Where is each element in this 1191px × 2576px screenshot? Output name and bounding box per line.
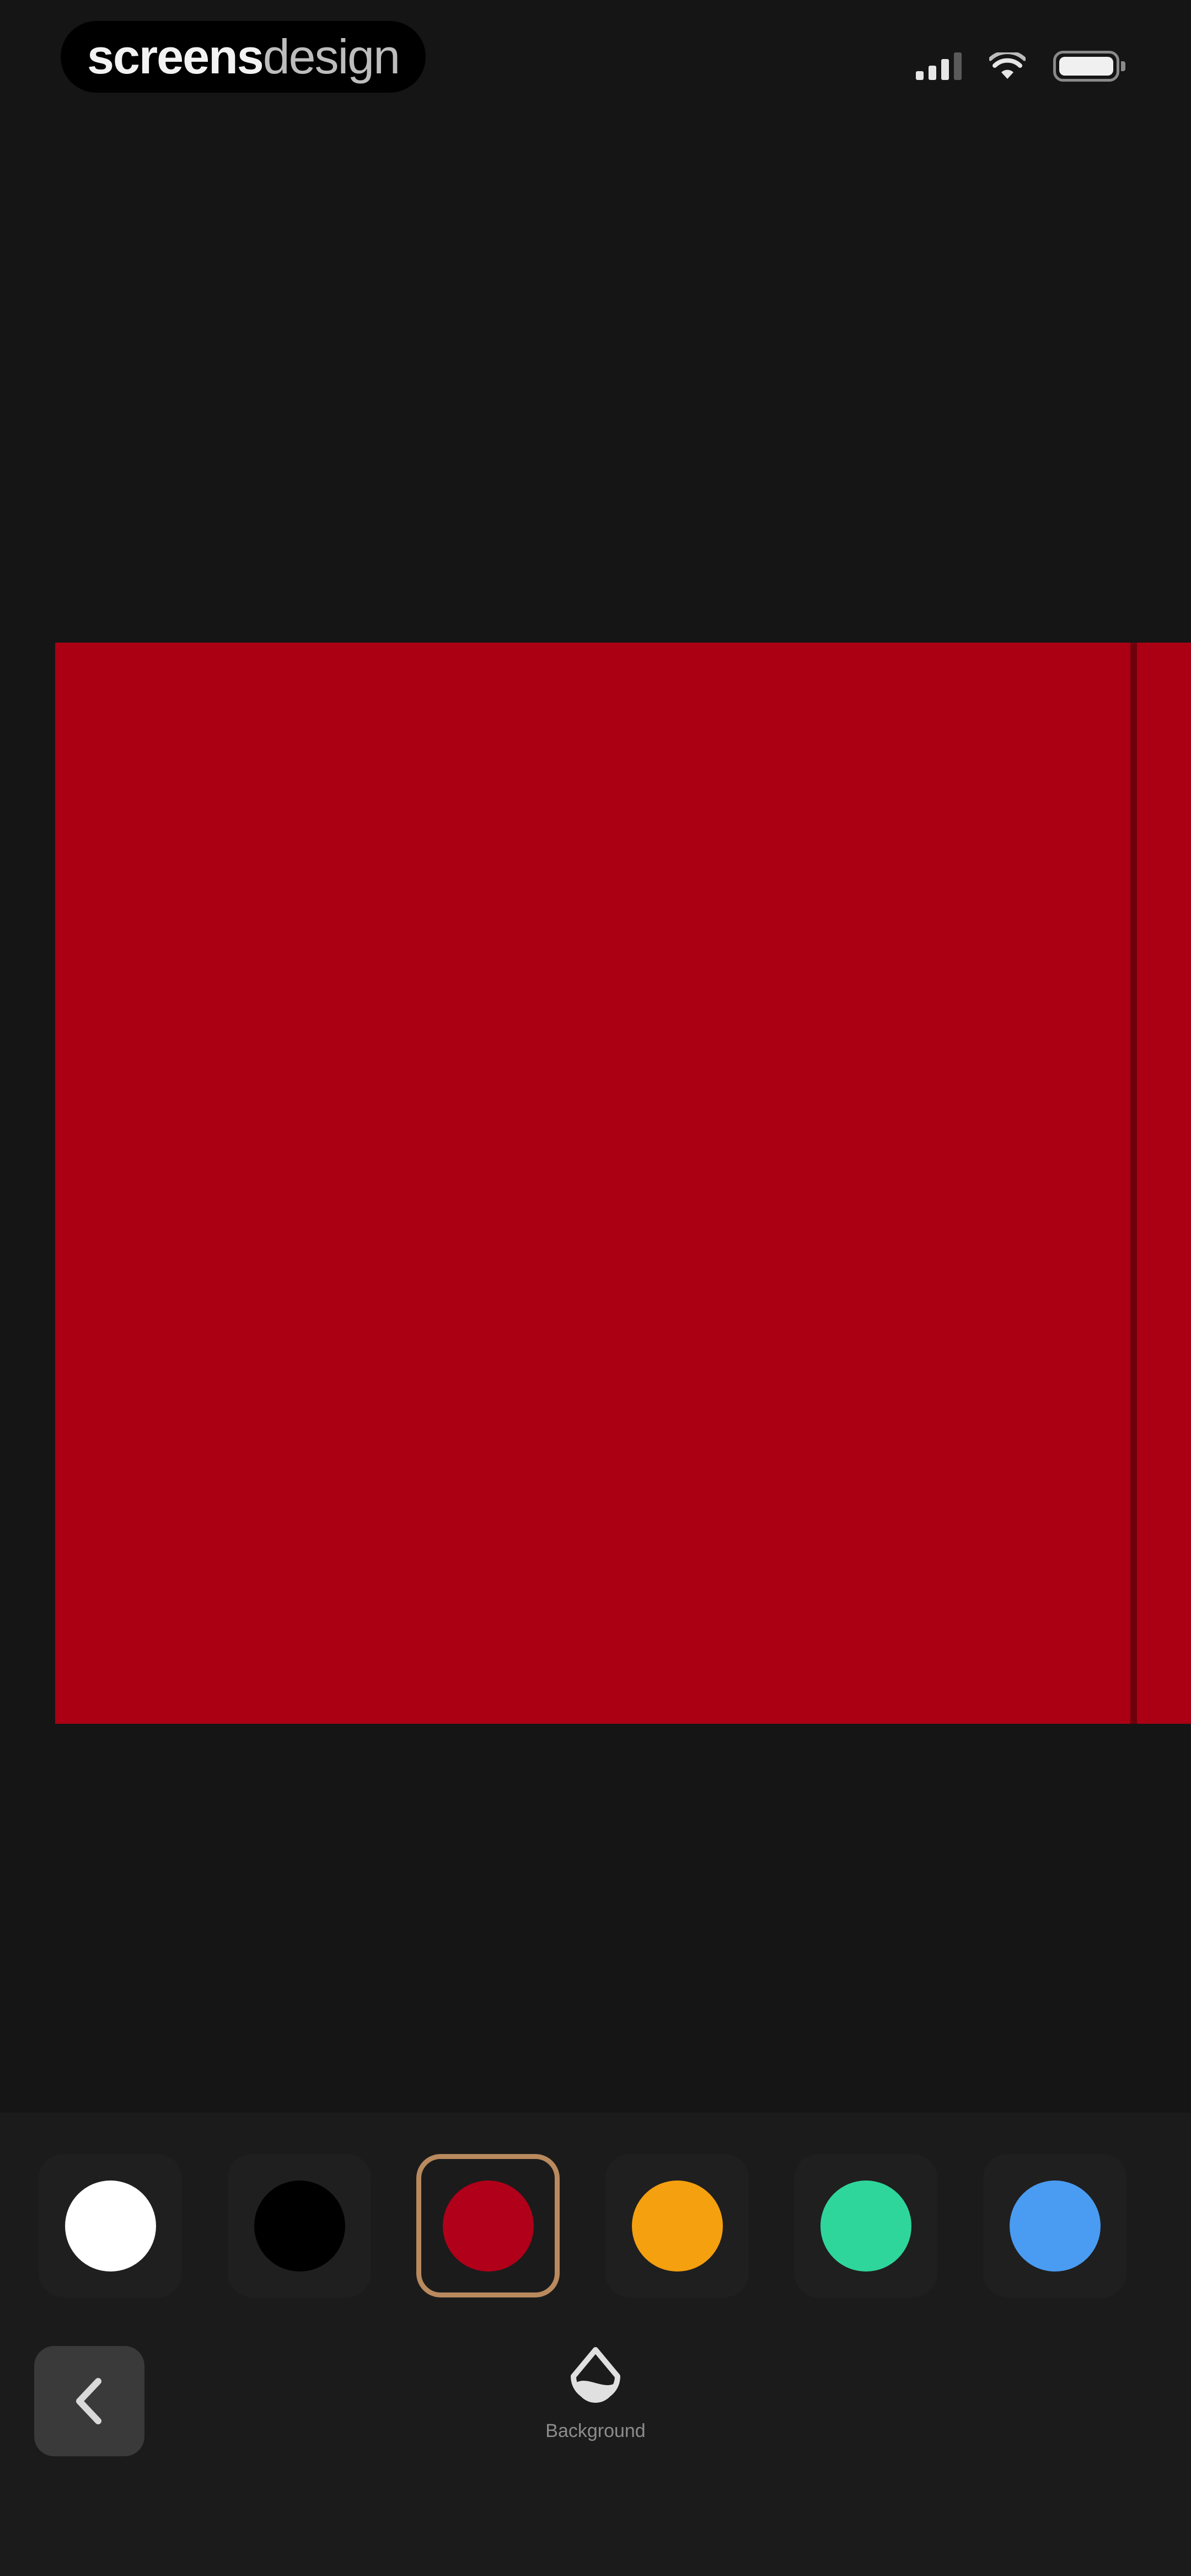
swatch-red-selected[interactable] xyxy=(416,2154,560,2297)
watermark-light-text: design xyxy=(262,29,400,84)
wifi-icon xyxy=(989,52,1026,79)
color-swatch-row xyxy=(0,2154,1191,2297)
swatch-black-dot xyxy=(254,2180,345,2272)
swatch-blue-dot xyxy=(1009,2180,1101,2272)
status-bar: screens design xyxy=(0,0,1191,121)
canvas-divider xyxy=(1130,643,1137,1724)
swatch-orange-dot xyxy=(631,2180,723,2272)
status-icons xyxy=(916,51,1125,82)
back-button[interactable] xyxy=(34,2346,144,2456)
signal-icon xyxy=(916,52,962,80)
background-tool-label: Background xyxy=(545,2420,646,2441)
battery-icon xyxy=(1053,51,1125,82)
background-tool-button[interactable]: Background xyxy=(485,2344,706,2442)
swatch-orange[interactable] xyxy=(605,2154,749,2297)
bottom-toolbar: Background xyxy=(0,2339,1191,2482)
chevron-left-icon xyxy=(76,2378,101,2424)
screensdesign-watermark: screens design xyxy=(61,21,426,93)
swatch-blue[interactable] xyxy=(983,2154,1126,2297)
background-icon xyxy=(571,2347,620,2403)
swatch-white[interactable] xyxy=(39,2154,182,2297)
swatch-white-dot xyxy=(65,2180,156,2272)
swatch-red-dot xyxy=(442,2180,534,2272)
battery-level xyxy=(1059,57,1113,76)
swatch-black[interactable] xyxy=(228,2154,371,2297)
swatch-green-dot xyxy=(820,2180,911,2272)
watermark-bold-text: screens xyxy=(87,29,264,84)
editor-canvas[interactable] xyxy=(55,643,1191,1724)
swatch-green[interactable] xyxy=(794,2154,937,2297)
